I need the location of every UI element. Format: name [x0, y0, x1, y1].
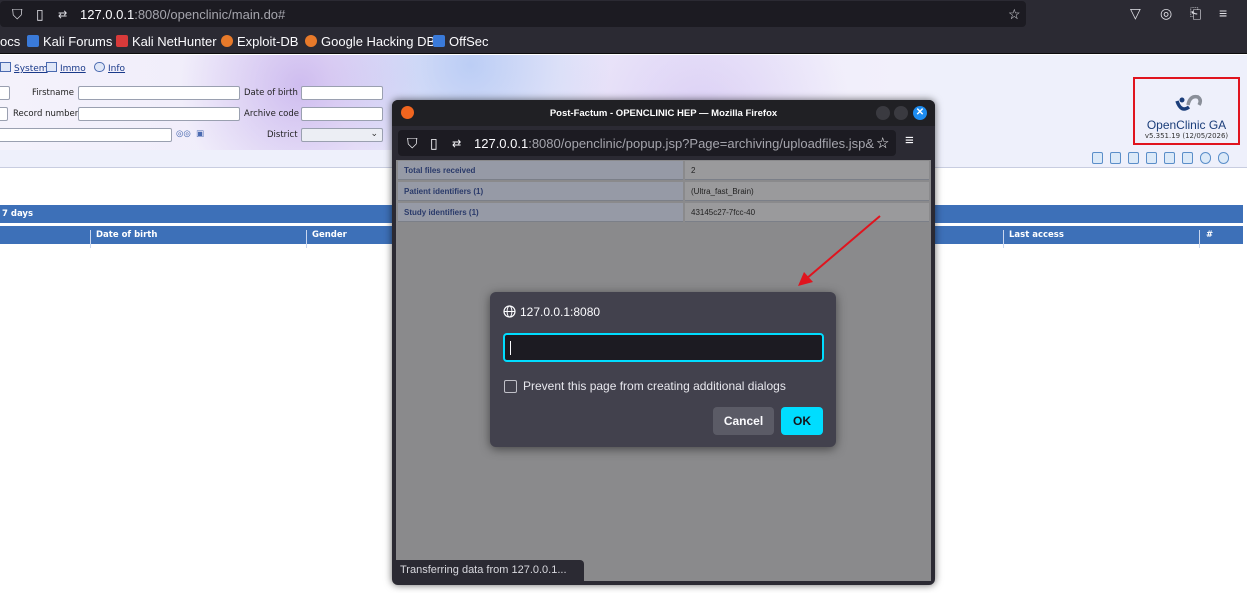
- system-icon: [0, 62, 11, 72]
- openclinic-logo-icon: [1175, 94, 1203, 111]
- column-number[interactable]: #: [1206, 230, 1213, 240]
- prevent-dialogs-label[interactable]: Prevent this page from creating addition…: [523, 379, 786, 393]
- column-divider: [90, 230, 91, 248]
- text-caret: [510, 341, 511, 355]
- bookmark-star-icon[interactable]: ☆: [1008, 6, 1021, 23]
- window-icon[interactable]: [1182, 152, 1193, 164]
- maximize-button[interactable]: [894, 106, 908, 120]
- column-divider: [306, 230, 307, 248]
- cancel-button[interactable]: Cancel: [713, 407, 774, 435]
- row-value: (Ultra_fast_Brain): [685, 182, 929, 201]
- nethunter-icon: [116, 35, 128, 47]
- logo-title: OpenClinic GA: [1146, 118, 1227, 132]
- prompt-dialog: 127.0.0.1:8080 Prevent this page from cr…: [490, 292, 836, 447]
- district-label: District: [267, 130, 298, 140]
- popup-toolbar: ⛉ ▯ ⇄ 127.0.0.1:8080/openclinic/popup.js…: [392, 126, 935, 160]
- power-icon[interactable]: [1218, 152, 1229, 164]
- bookmark-google-hacking-db[interactable]: Google Hacking DB: [305, 34, 435, 49]
- immo-icon: [46, 62, 57, 72]
- dob-label: Date of birth: [244, 88, 298, 98]
- prompt-input[interactable]: [503, 333, 824, 362]
- bookmark-kali-nethunter[interactable]: Kali NetHunter: [116, 34, 217, 49]
- bookmark-star-icon[interactable]: ☆: [876, 134, 889, 152]
- record-number-input[interactable]: [78, 107, 240, 121]
- row-label: Total files received: [398, 161, 683, 180]
- popup-url-text: 127.0.0.1:8080/openclinic/popup.jsp?Page…: [474, 136, 874, 151]
- chevron-down-icon: ⌄: [370, 129, 378, 139]
- kali-icon: [27, 35, 39, 47]
- archive-code-label: Archive code: [244, 109, 300, 119]
- bookmark-offsec[interactable]: OffSec: [433, 34, 489, 49]
- firstname-input[interactable]: [78, 86, 240, 100]
- section-title: 7 days: [2, 209, 34, 219]
- popup-address-bar[interactable]: ⛉ ▯ ⇄ 127.0.0.1:8080/openclinic/popup.js…: [398, 130, 896, 156]
- record-number-label: Record number: [13, 109, 79, 119]
- menu-icon[interactable]: ≡: [905, 132, 914, 149]
- archive-code-input[interactable]: [301, 107, 383, 121]
- menu-icon[interactable]: ≡: [1219, 5, 1227, 21]
- report-icon[interactable]: [1128, 152, 1139, 164]
- firstname-label: Firstname: [32, 88, 74, 98]
- permissions-icon[interactable]: ⇄: [452, 137, 461, 150]
- account-icon[interactable]: ◎: [1160, 5, 1172, 22]
- ok-button[interactable]: OK: [781, 407, 823, 435]
- menu-system[interactable]: System: [0, 62, 48, 74]
- bookmark-kali-forums[interactable]: Kali Forums: [27, 34, 112, 49]
- table-row: Study identifiers (1) 43145c27-7fcc-40: [398, 203, 929, 222]
- minimize-button[interactable]: [876, 106, 890, 120]
- document-icon[interactable]: [1110, 152, 1121, 164]
- status-bar: Transferring data from 127.0.0.1...: [396, 560, 584, 581]
- bookmark-docs[interactable]: ocs: [0, 34, 20, 49]
- globe-icon: [503, 305, 516, 318]
- column-last-access[interactable]: Last access: [1009, 230, 1064, 240]
- info-icon: [94, 62, 105, 72]
- row-label: Study identifiers (1): [398, 203, 683, 222]
- offsec-icon: [433, 35, 445, 47]
- district-select[interactable]: ⌄: [301, 128, 383, 142]
- bookmarks-toolbar: ocs Kali Forums Kali NetHunter Exploit-D…: [0, 28, 1247, 54]
- qr-icon[interactable]: [1092, 152, 1103, 164]
- print-icon[interactable]: [1164, 152, 1175, 164]
- openclinic-logo: OpenClinic GA v5.351.19 (12/05/2026): [1133, 77, 1240, 145]
- column-divider: [1199, 230, 1200, 248]
- exploit-db-icon: [221, 35, 233, 47]
- field-input[interactable]: [0, 107, 8, 121]
- table-row: Patient identifiers (1) (Ultra_fast_Brai…: [398, 182, 929, 201]
- shield-icon[interactable]: ⛉: [12, 6, 23, 23]
- logo-version: v5.351.19 (12/05/2026): [1144, 132, 1229, 140]
- dob-input[interactable]: [301, 86, 383, 100]
- close-button[interactable]: ✕: [913, 106, 927, 120]
- dialog-origin: 127.0.0.1:8080: [520, 305, 601, 319]
- column-date-of-birth[interactable]: Date of birth: [96, 230, 157, 240]
- shield-icon[interactable]: ⛉: [407, 135, 418, 152]
- binoculars-icon[interactable]: ◎◎: [176, 129, 191, 139]
- prevent-dialogs-checkbox[interactable]: [504, 380, 517, 393]
- page-icon: ▯: [36, 6, 44, 22]
- extensions-icon[interactable]: ⎗: [1190, 5, 1201, 22]
- popup-title: Post-Factum - OPENCLINIC HEP — Mozilla F…: [549, 108, 778, 119]
- bookmark-exploit-db[interactable]: Exploit-DB: [221, 34, 298, 49]
- ghdb-icon: [305, 35, 317, 47]
- column-divider: [1003, 230, 1004, 248]
- menu-immo[interactable]: Immo: [46, 62, 86, 74]
- menu-info[interactable]: Info: [94, 62, 125, 74]
- permissions-icon[interactable]: ⇄: [58, 8, 67, 21]
- calendar-icon[interactable]: ▣: [196, 129, 204, 139]
- address-bar[interactable]: ⛉ ▯ ⇄ 127.0.0.1:8080/openclinic/main.do#…: [0, 1, 1026, 27]
- row-label: Patient identifiers (1): [398, 182, 683, 201]
- url-text: 127.0.0.1:8080/openclinic/main.do#: [80, 7, 286, 22]
- pocket-icon[interactable]: ▽: [1130, 5, 1141, 22]
- page-icon: ▯: [430, 135, 438, 151]
- row-value: 2: [685, 161, 929, 180]
- column-gender[interactable]: Gender: [312, 230, 347, 240]
- help-icon[interactable]: [1200, 152, 1211, 164]
- popup-titlebar[interactable]: Post-Factum - OPENCLINIC HEP — Mozilla F…: [392, 100, 935, 126]
- table-row: Total files received 2: [398, 161, 929, 180]
- search-input[interactable]: [0, 128, 172, 142]
- lastname-input[interactable]: [0, 86, 10, 100]
- user-icon[interactable]: [1146, 152, 1157, 164]
- browser-toolbar: ⛉ ▯ ⇄ 127.0.0.1:8080/openclinic/main.do#…: [0, 0, 1247, 28]
- row-value: 43145c27-7fcc-40: [685, 203, 929, 222]
